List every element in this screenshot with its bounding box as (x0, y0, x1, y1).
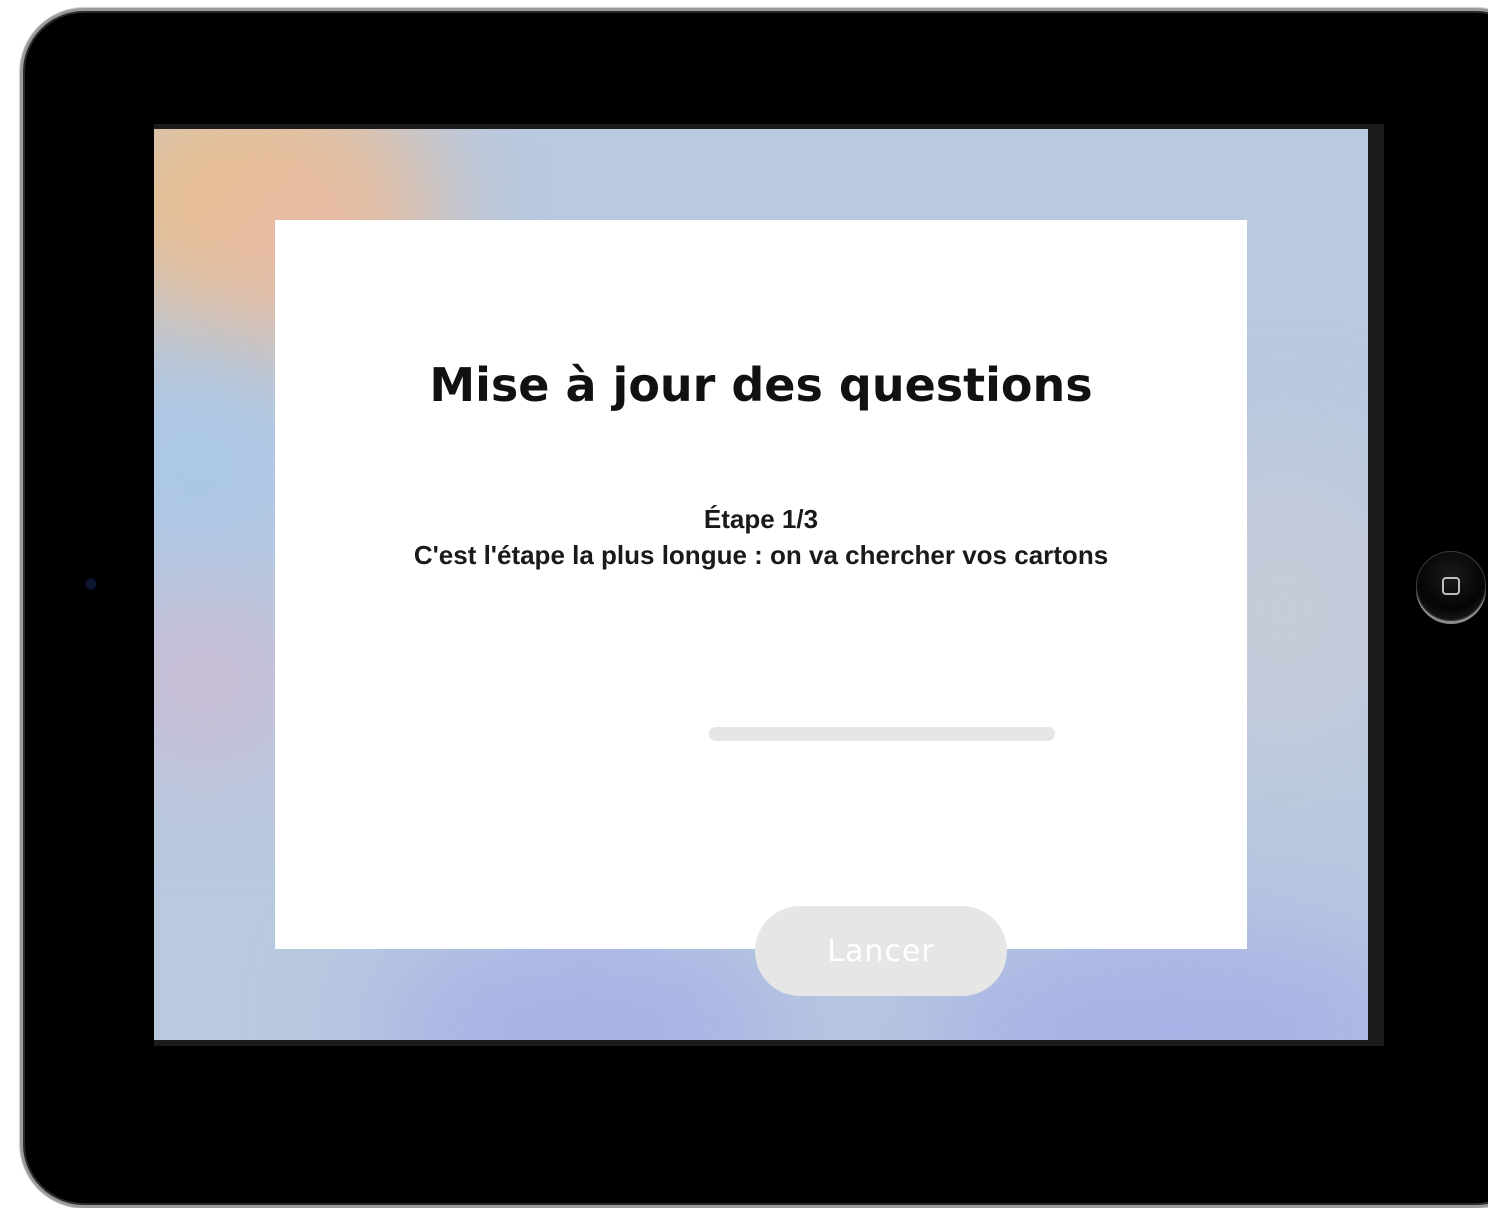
dialog-title: Mise à jour des questions (429, 358, 1093, 412)
step-description: C'est l'étape la plus longue : on va che… (413, 540, 1109, 570)
app-screen: Mise à jour des questions Étape 1/3 C'es… (154, 129, 1368, 1040)
update-dialog: Mise à jour des questions Étape 1/3 C'es… (275, 220, 1247, 996)
background-blob (154, 359, 294, 579)
progress-bar (709, 727, 1055, 741)
home-button[interactable] (1416, 551, 1486, 621)
step-label: Étape 1/3 (703, 504, 819, 534)
step-info: Étape 1/3 C'est l'étape la plus longue :… (275, 501, 1247, 573)
launch-button[interactable]: Lancer (755, 906, 1007, 996)
square-icon (1442, 577, 1460, 595)
background-blob (154, 599, 294, 759)
camera-icon (86, 579, 96, 589)
